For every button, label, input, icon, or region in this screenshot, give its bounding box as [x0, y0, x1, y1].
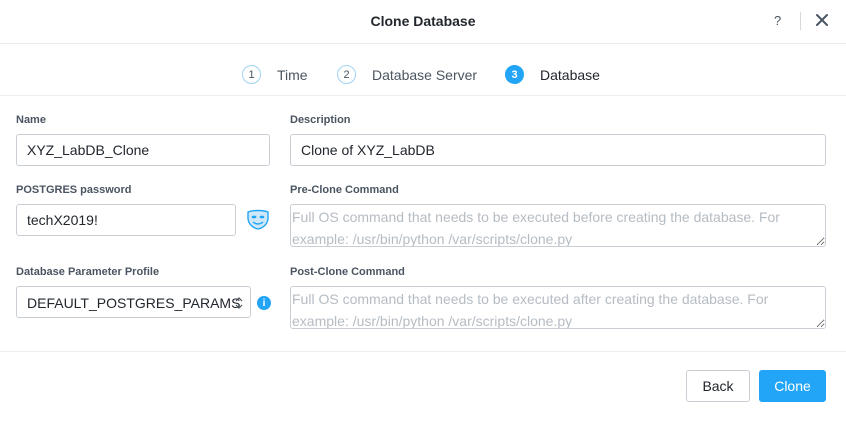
dialog-header: Clone Database ? — [0, 0, 846, 44]
help-button[interactable]: ? — [774, 13, 781, 28]
step-label: Database Server — [372, 66, 478, 83]
post-clone-label: Post-Clone Command — [290, 266, 405, 278]
name-label: Name — [16, 114, 46, 126]
close-icon[interactable] — [814, 12, 830, 28]
header-divider — [800, 12, 801, 30]
info-icon[interactable]: i — [257, 296, 271, 310]
step-number: 2 — [337, 65, 356, 84]
wizard-steps: 1 Time 2 Database Server 3 Database — [0, 44, 846, 96]
step-number: 1 — [242, 65, 261, 84]
footer-divider — [0, 351, 846, 352]
post-clone-command-input[interactable] — [290, 286, 826, 329]
show-password-icon[interactable] — [246, 208, 270, 230]
param-profile-label: Database Parameter Profile — [16, 266, 160, 278]
password-input[interactable] — [16, 204, 236, 236]
param-profile-value: DEFAULT_POSTGRES_PARAMS — [27, 295, 241, 311]
param-profile-select[interactable]: DEFAULT_POSTGRES_PARAMS — [16, 286, 251, 318]
pre-clone-command-input[interactable] — [290, 204, 826, 247]
description-input[interactable] — [290, 134, 826, 166]
step-database-server[interactable]: 2 Database Server — [337, 65, 477, 84]
description-label: Description — [290, 114, 351, 126]
step-label: Time — [277, 66, 308, 83]
step-number: 3 — [505, 65, 524, 84]
clone-button[interactable]: Clone — [759, 370, 826, 402]
step-database[interactable]: 3 Database — [505, 65, 600, 84]
password-label: POSTGRES password — [16, 184, 132, 196]
step-label: Database — [540, 66, 600, 83]
dialog-title: Clone Database — [370, 13, 476, 29]
select-arrows-icon — [235, 297, 243, 309]
pre-clone-label: Pre-Clone Command — [290, 184, 399, 196]
back-button[interactable]: Back — [686, 370, 750, 402]
name-input[interactable] — [16, 134, 270, 166]
step-time[interactable]: 1 Time — [242, 65, 308, 84]
